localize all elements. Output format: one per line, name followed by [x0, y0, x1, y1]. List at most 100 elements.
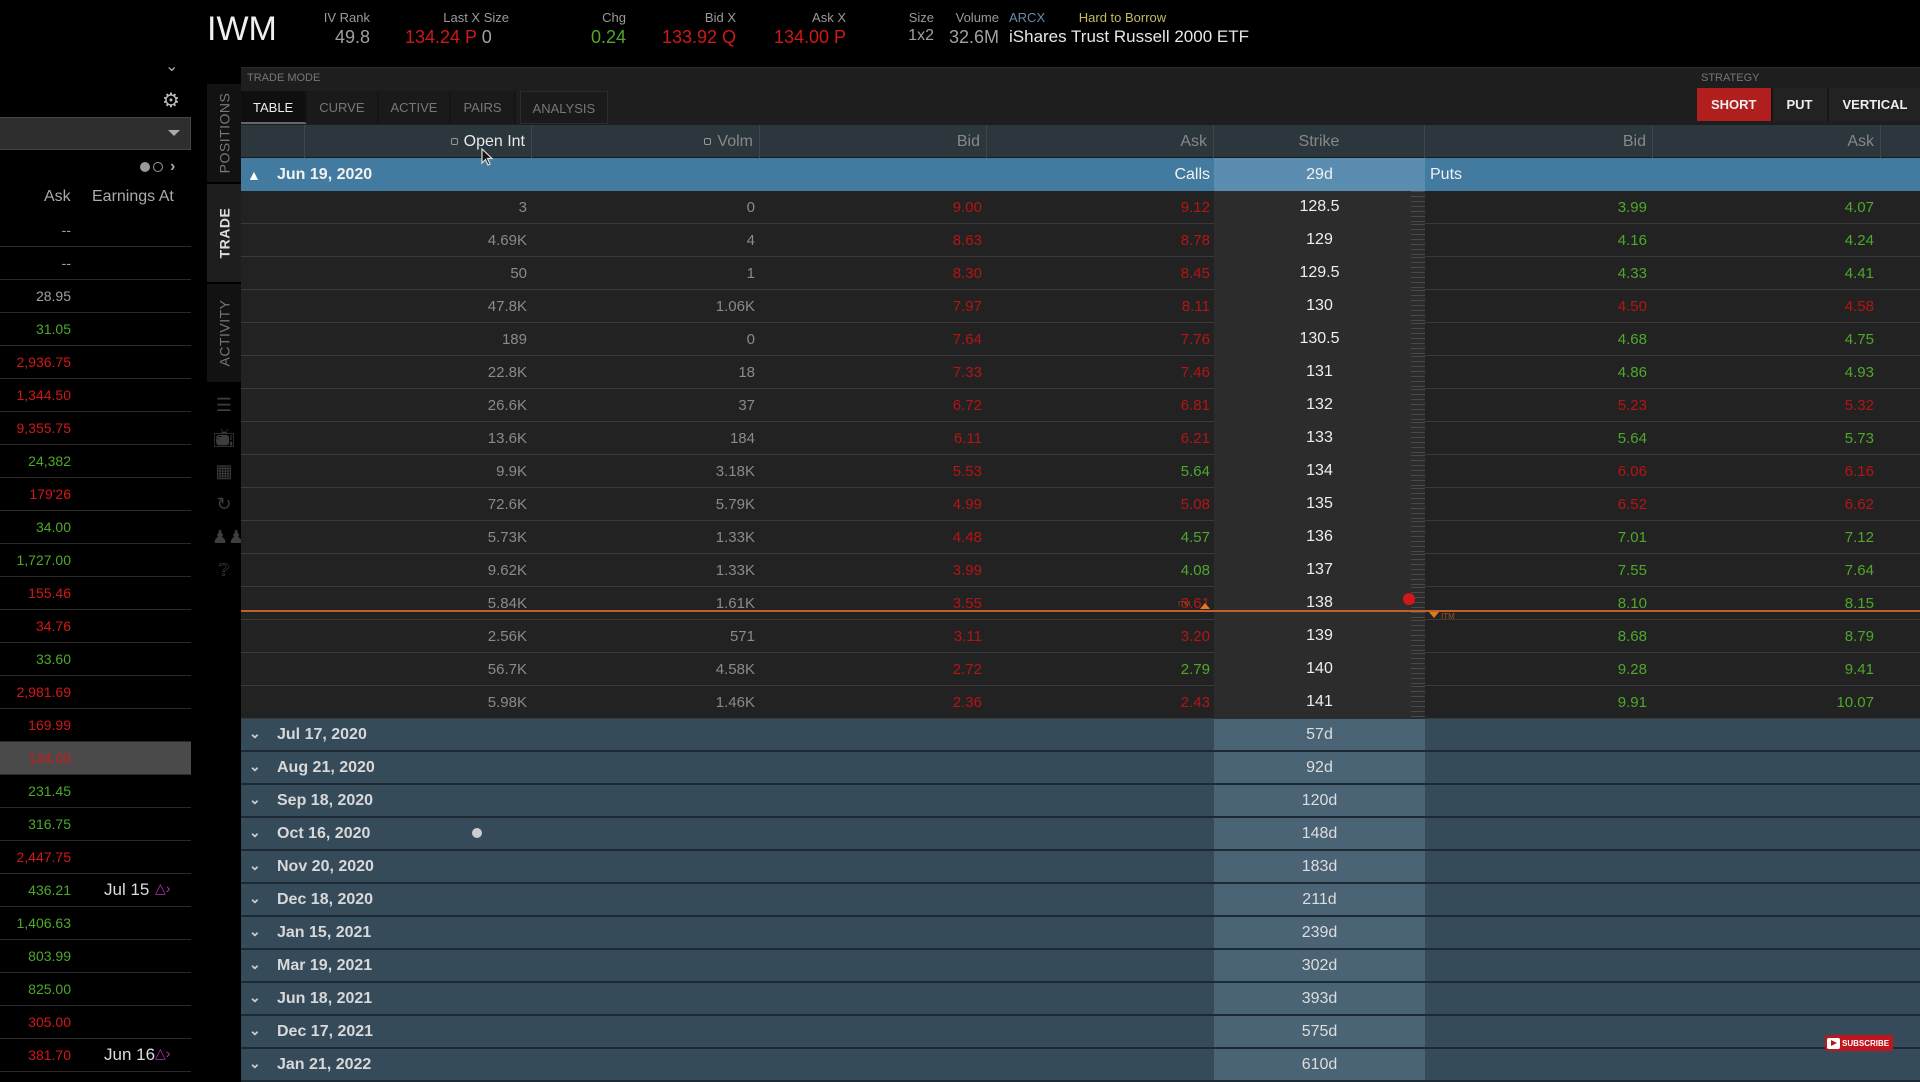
- call-ask-cell[interactable]: 8.45: [988, 257, 1210, 290]
- strategy-vertical-button[interactable]: VERTICAL: [1829, 88, 1920, 121]
- watchlist-row[interactable]: 305.00: [0, 1006, 191, 1039]
- column-header-put-ask[interactable]: Ask: [1653, 125, 1881, 158]
- watchlist-row[interactable]: 381.70Jun 16△›: [0, 1039, 191, 1072]
- call-ask-cell[interactable]: 2.79: [988, 653, 1210, 686]
- strike-row[interactable]: 47.8K1.06K7.978.114.504.58130: [241, 290, 1920, 323]
- call-ask-cell[interactable]: 9.12: [988, 191, 1210, 224]
- column-config-icon[interactable]: [451, 138, 458, 145]
- expiration-row[interactable]: ⌄Mar 19, 2021302d: [241, 950, 1920, 983]
- subscribe-badge[interactable]: SUBSCRIBE: [1825, 1035, 1893, 1051]
- put-ask-cell[interactable]: 4.93: [1652, 356, 1874, 389]
- column-header-call-bid[interactable]: Bid: [760, 125, 987, 158]
- call-bid-cell[interactable]: 9.00: [760, 191, 982, 224]
- list-icon[interactable]: ☰: [212, 395, 236, 428]
- watchlist-row[interactable]: 179'26: [0, 478, 191, 511]
- expand-chevron-icon[interactable]: ⌄: [249, 989, 261, 1006]
- put-bid-cell[interactable]: 7.55: [1425, 554, 1647, 587]
- call-ask-cell[interactable]: 3.20: [988, 620, 1210, 653]
- tab-table[interactable]: TABLE: [241, 91, 307, 124]
- put-ask-cell[interactable]: 5.32: [1652, 389, 1874, 422]
- watchlist-row[interactable]: 169.99: [0, 709, 191, 742]
- watchlist-row[interactable]: 803.99: [0, 940, 191, 973]
- help-icon[interactable]: ❔︎: [212, 560, 236, 593]
- next-page-icon[interactable]: ›: [170, 158, 175, 176]
- expand-chevron-icon[interactable]: ⌄: [249, 791, 261, 808]
- tab-pairs[interactable]: PAIRS: [451, 91, 515, 124]
- watchlist-row[interactable]: 34.76: [0, 610, 191, 643]
- put-ask-cell[interactable]: 4.41: [1652, 257, 1874, 290]
- call-bid-cell[interactable]: 2.36: [760, 686, 982, 719]
- page-dot[interactable]: [153, 162, 163, 172]
- call-bid-cell[interactable]: 3.11: [760, 620, 982, 653]
- expand-chevron-icon[interactable]: ⌄: [249, 1055, 261, 1072]
- put-ask-cell[interactable]: 7.64: [1652, 554, 1874, 587]
- put-ask-cell[interactable]: 6.62: [1652, 488, 1874, 521]
- expiration-row[interactable]: ⌄Jan 15, 2021239d: [241, 917, 1920, 950]
- expiration-row[interactable]: ⌄Jun 18, 2021393d: [241, 983, 1920, 1016]
- call-bid-cell[interactable]: 4.48: [760, 521, 982, 554]
- put-bid-cell[interactable]: 4.68: [1425, 323, 1647, 356]
- side-tab-activity[interactable]: ACTIVITY: [207, 284, 241, 384]
- strike-row[interactable]: 56.7K4.58K2.722.799.289.41140: [241, 653, 1920, 686]
- call-bid-cell[interactable]: 3.55: [760, 587, 982, 620]
- community-icon[interactable]: ♟♟: [212, 527, 236, 560]
- watchlist-row[interactable]: 316.75: [0, 808, 191, 841]
- watchlist-row[interactable]: 1,344.50: [0, 379, 191, 412]
- put-ask-cell[interactable]: 4.24: [1652, 224, 1874, 257]
- watchlist-row[interactable]: --: [0, 214, 191, 247]
- column-header-strike[interactable]: Strike: [1214, 125, 1425, 158]
- put-ask-cell[interactable]: 6.16: [1652, 455, 1874, 488]
- call-ask-cell[interactable]: 7.76: [988, 323, 1210, 356]
- put-bid-cell[interactable]: 3.99: [1425, 191, 1647, 224]
- watchlist-row[interactable]: 33.60: [0, 643, 191, 676]
- call-ask-cell[interactable]: 8.78: [988, 224, 1210, 257]
- put-bid-cell[interactable]: 4.16: [1425, 224, 1647, 257]
- expand-chevron-icon[interactable]: ⌄: [249, 1022, 261, 1039]
- tab-curve[interactable]: CURVE: [307, 91, 378, 124]
- side-tab-positions[interactable]: POSITIONS: [207, 84, 241, 184]
- expand-chevron-icon[interactable]: ⌄: [249, 890, 261, 907]
- call-ask-cell[interactable]: 5.08: [988, 488, 1210, 521]
- call-bid-cell[interactable]: 8.63: [760, 224, 982, 257]
- put-bid-cell[interactable]: 4.33: [1425, 257, 1647, 290]
- put-ask-cell[interactable]: 10.07: [1652, 686, 1874, 719]
- expand-chevron-icon[interactable]: ⌄: [249, 923, 261, 940]
- put-bid-cell[interactable]: 5.64: [1425, 422, 1647, 455]
- watchlist-header-earnings[interactable]: Earnings At: [92, 188, 174, 206]
- expand-chevron-icon[interactable]: ⌄: [249, 758, 261, 775]
- column-header-volm[interactable]: Volm: [532, 125, 760, 158]
- strike-row[interactable]: 2.56K5713.113.208.688.79139: [241, 620, 1920, 653]
- put-ask-cell[interactable]: 8.79: [1652, 620, 1874, 653]
- watchlist-row[interactable]: 2,981.69: [0, 676, 191, 709]
- watchlist-row[interactable]: 825.00: [0, 973, 191, 1006]
- watchlist-row[interactable]: 31.05: [0, 313, 191, 346]
- call-bid-cell[interactable]: 2.72: [760, 653, 982, 686]
- expiration-row[interactable]: ⌄Oct 16, 2020148d: [241, 818, 1920, 851]
- call-bid-cell[interactable]: 8.30: [760, 257, 982, 290]
- put-bid-cell[interactable]: 6.06: [1425, 455, 1647, 488]
- watchlist-row[interactable]: 134.00: [0, 742, 191, 775]
- put-bid-cell[interactable]: 9.91: [1425, 686, 1647, 719]
- strike-row[interactable]: 5.98K1.46K2.362.439.9110.07141: [241, 686, 1920, 719]
- tab-analysis[interactable]: ANALYSIS: [520, 91, 609, 124]
- put-bid-cell[interactable]: 9.28: [1425, 653, 1647, 686]
- strike-row[interactable]: 26.6K376.726.815.235.32132: [241, 389, 1920, 422]
- expiration-row[interactable]: ⌄Aug 21, 202092d: [241, 752, 1920, 785]
- call-ask-cell[interactable]: 4.57: [988, 521, 1210, 554]
- column-config-icon[interactable]: [704, 138, 711, 145]
- refresh-gauge-icon[interactable]: ↻: [212, 494, 236, 527]
- put-ask-cell[interactable]: 8.15: [1652, 587, 1874, 620]
- call-bid-cell[interactable]: 7.97: [760, 290, 982, 323]
- tv-icon[interactable]: 📺︎: [212, 428, 236, 461]
- call-ask-cell[interactable]: 4.08: [988, 554, 1210, 587]
- gear-icon[interactable]: ⚙: [162, 88, 180, 113]
- call-bid-cell[interactable]: 5.53: [760, 455, 982, 488]
- side-tab-trade[interactable]: TRADE: [207, 184, 241, 284]
- watchlist-row[interactable]: --: [0, 247, 191, 280]
- expiration-row[interactable]: ⌄Dec 17, 2021575d: [241, 1016, 1920, 1049]
- watchlist-row[interactable]: 2,447.75: [0, 841, 191, 874]
- expiration-row[interactable]: ⌄Jan 21, 2022610d: [241, 1049, 1920, 1082]
- put-ask-cell[interactable]: 9.41: [1652, 653, 1874, 686]
- strike-row[interactable]: 18907.647.764.684.75130.5: [241, 323, 1920, 356]
- strategy-put-button[interactable]: PUT: [1773, 88, 1829, 121]
